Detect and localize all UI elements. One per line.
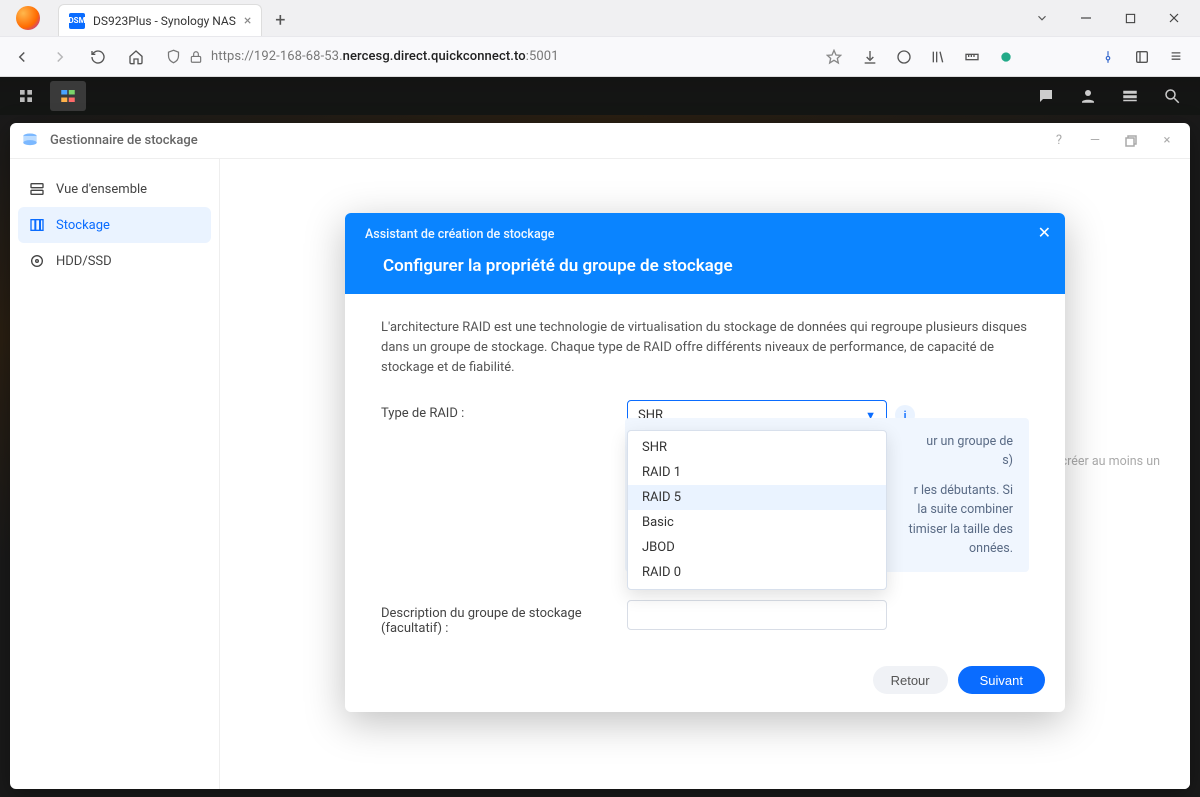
dsm-widgets-icon[interactable]: [1110, 81, 1150, 111]
tab-strip: DSM DS923Plus - Synology NAS × +: [0, 0, 1200, 36]
dsm-chat-icon[interactable]: [1026, 81, 1066, 111]
url-bar[interactable]: https://192-168-68-53.nercesg.direct.qui…: [158, 42, 850, 72]
storage-manager-window: Gestionnaire de stockage ? — × Vue d'ens…: [10, 123, 1190, 789]
ruler-icon[interactable]: [958, 43, 986, 71]
extension-icon[interactable]: [890, 43, 918, 71]
window-maximize-icon[interactable]: [1118, 128, 1144, 154]
storage-wizard-dialog: Assistant de création de stockage Config…: [345, 213, 1065, 712]
window-minimize-icon[interactable]: —: [1082, 128, 1108, 154]
lock-icon[interactable]: [189, 50, 203, 64]
sidebar: Vue d'ensemble Stockage HDD/SSD: [10, 159, 220, 789]
new-tab-button[interactable]: +: [266, 6, 294, 34]
dialog-footer: Retour Suivant: [345, 652, 1065, 712]
sidebar-label-overview: Vue d'ensemble: [56, 182, 147, 197]
sidebar-label-storage: Stockage: [56, 218, 110, 233]
raid-option[interactable]: SHR: [628, 435, 886, 460]
window-close-button[interactable]: [1152, 4, 1196, 32]
window-maximize-button[interactable]: [1108, 4, 1152, 32]
url-text: https://192-168-68-53.nercesg.direct.qui…: [211, 49, 818, 64]
browser-toolbar: https://192-168-68-53.nercesg.direct.qui…: [0, 36, 1200, 76]
shield-icon[interactable]: [166, 49, 181, 64]
bookmark-star-icon[interactable]: [826, 49, 842, 65]
main-area: uillez créer au moins un Assistant de cr…: [220, 159, 1190, 789]
ext-alert-icon[interactable]: [1060, 43, 1088, 71]
description-input[interactable]: [627, 600, 887, 630]
firefox-logo-icon: [16, 6, 40, 30]
raid-option[interactable]: RAID 0: [628, 560, 886, 585]
dsm-desktop: Gestionnaire de stockage ? — × Vue d'ens…: [0, 115, 1200, 797]
dsm-task-storage-manager-icon[interactable]: [50, 81, 86, 111]
dialog-body: L'architecture RAID est une technologie …: [345, 294, 1065, 652]
ext-green-icon[interactable]: [992, 43, 1020, 71]
dialog-description: L'architecture RAID est une technologie …: [381, 318, 1029, 378]
dsm-user-icon[interactable]: [1068, 81, 1108, 111]
tab-close-icon[interactable]: ×: [244, 13, 251, 29]
raid-type-dropdown: SHRRAID 1RAID 5BasicJBODRAID 0: [627, 430, 887, 590]
sidebar-item-overview[interactable]: Vue d'ensemble: [18, 171, 211, 207]
browser-tab[interactable]: DSM DS923Plus - Synology NAS ×: [58, 4, 262, 36]
raid-option[interactable]: Basic: [628, 510, 886, 535]
dsm-taskbar: [0, 77, 1200, 115]
window-close-icon[interactable]: ×: [1154, 128, 1180, 154]
hdd-icon: [28, 252, 46, 270]
dsm-search-icon[interactable]: [1152, 81, 1192, 111]
tab-title: DS923Plus - Synology NAS: [93, 14, 236, 28]
next-button[interactable]: Suivant: [958, 666, 1045, 694]
app-menu-icon[interactable]: ≡: [1162, 43, 1190, 71]
raid-type-label: Type de RAID :: [381, 400, 607, 421]
sidebar-item-storage[interactable]: Stockage: [18, 207, 211, 243]
nav-forward-button[interactable]: [44, 41, 76, 73]
description-label: Description du groupe de stockage (facul…: [381, 600, 607, 636]
overview-icon: [28, 180, 46, 198]
storage-icon: [28, 216, 46, 234]
sidebar-item-hdd-ssd[interactable]: HDD/SSD: [18, 243, 211, 279]
window-title: Gestionnaire de stockage: [50, 133, 1036, 148]
dsm-favicon-icon: DSM: [69, 13, 85, 29]
dsm-root: Gestionnaire de stockage ? — × Vue d'ens…: [0, 77, 1200, 797]
ext-pin-icon[interactable]: [1094, 43, 1122, 71]
dialog-subtitle: Assistant de création de stockage: [365, 227, 1045, 242]
back-button[interactable]: Retour: [873, 666, 948, 694]
window-minimize-button[interactable]: [1064, 4, 1108, 32]
raid-option[interactable]: JBOD: [628, 535, 886, 560]
toolbar-right-icons: ≡: [856, 43, 1194, 71]
raid-option[interactable]: RAID 1: [628, 460, 886, 485]
dsm-main-menu-icon[interactable]: [8, 81, 44, 111]
sidebar-label-hdd-ssd: HDD/SSD: [56, 254, 112, 269]
nav-reload-button[interactable]: [82, 41, 114, 73]
browser-chrome: DSM DS923Plus - Synology NAS × +: [0, 0, 1200, 77]
raid-option[interactable]: RAID 5: [628, 485, 886, 510]
ext-avatar-icon[interactable]: [1026, 43, 1054, 71]
nav-back-button[interactable]: [6, 41, 38, 73]
library-icon[interactable]: [924, 43, 952, 71]
storage-manager-icon: [20, 131, 40, 151]
dialog-title: Configurer la propriété du groupe de sto…: [365, 256, 1045, 276]
dialog-close-button[interactable]: ✕: [1038, 223, 1051, 242]
nav-home-button[interactable]: [120, 41, 152, 73]
dialog-header: Assistant de création de stockage Config…: [345, 213, 1065, 294]
window-titlebar[interactable]: Gestionnaire de stockage ? — ×: [10, 123, 1190, 159]
window-help-icon[interactable]: ?: [1046, 128, 1072, 154]
downloads-icon[interactable]: [856, 43, 884, 71]
tabs-overflow-icon[interactable]: [1020, 11, 1064, 25]
extensions-menu-icon[interactable]: [1128, 43, 1156, 71]
